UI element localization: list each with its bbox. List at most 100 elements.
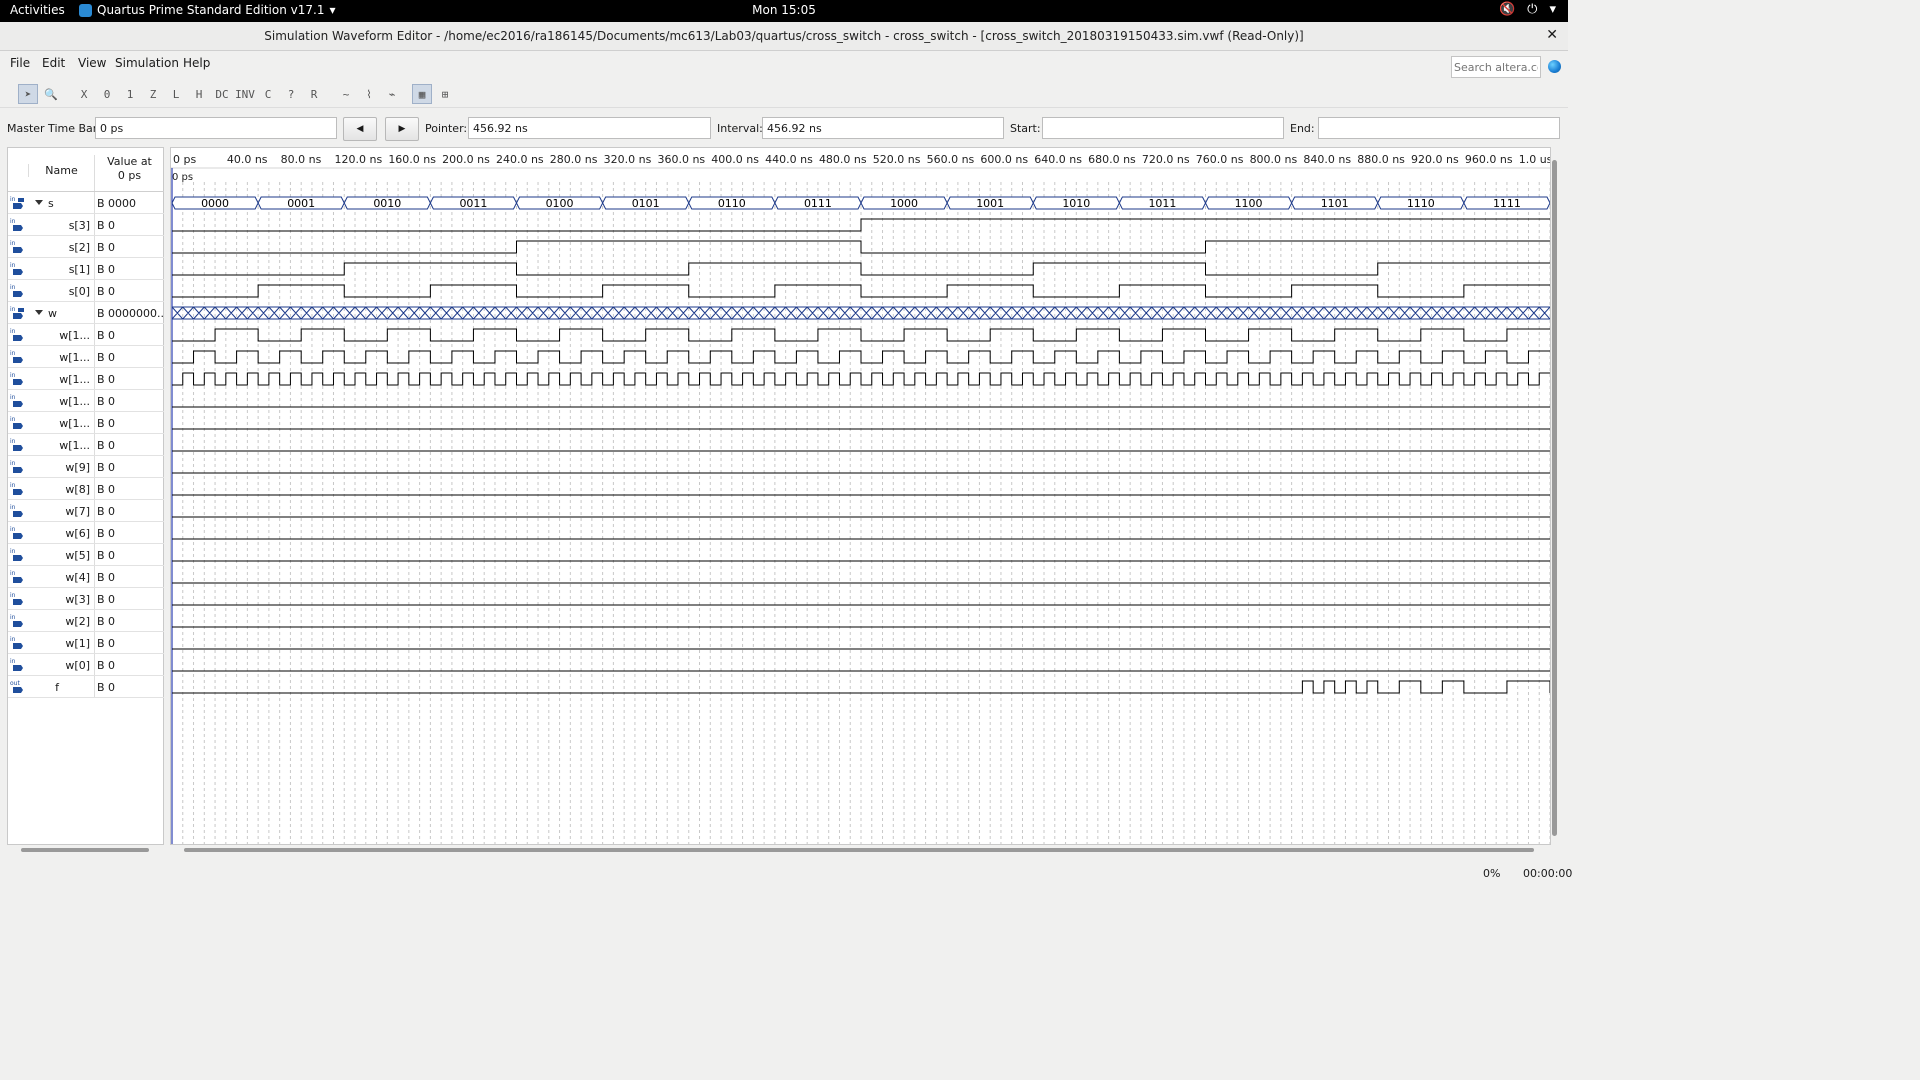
signal-row[interactable]: in w[1... B 0: [8, 324, 164, 346]
waveform-vertical-scrollbar[interactable]: [1552, 160, 1558, 840]
search-input[interactable]: [1451, 56, 1541, 78]
pointer-field[interactable]: 456.92 ns: [468, 117, 711, 139]
arrow-right-icon: ▶: [398, 124, 406, 134]
signal-row[interactable]: in s[0] B 0: [8, 280, 164, 302]
activities-button[interactable]: Activities: [10, 3, 65, 17]
chevron-down-icon[interactable]: ▾: [1549, 2, 1556, 17]
system-tray[interactable]: 🔇 ⏻ ▾: [1499, 2, 1556, 17]
bus-value-label: 1110: [1407, 197, 1435, 210]
signal-row[interactable]: in w[7] B 0: [8, 500, 164, 522]
next-transition-button[interactable]: ▶: [385, 117, 419, 141]
select-tool-icon[interactable]: ➤: [18, 84, 38, 104]
signal-row[interactable]: in w[1... B 0: [8, 412, 164, 434]
group-icon[interactable]: ⊞: [435, 84, 455, 104]
prev-transition-button[interactable]: ◀: [343, 117, 377, 141]
signal-row[interactable]: in w[2] B 0: [8, 610, 164, 632]
bus-value-label: 1000: [890, 197, 918, 210]
svg-text:in: in: [10, 350, 16, 357]
waveform-horizontal-scrollbar[interactable]: [170, 846, 1551, 854]
signal-row[interactable]: in w[1... B 0: [8, 368, 164, 390]
menu-edit[interactable]: Edit: [42, 56, 65, 70]
signal-list-scrollbar[interactable]: [7, 846, 164, 854]
signal-row[interactable]: in s[3] B 0: [8, 214, 164, 236]
input-bus-icon: in: [10, 196, 24, 209]
signal-row[interactable]: in w[0] B 0: [8, 654, 164, 676]
app-menu-button[interactable]: Quartus Prime Standard Edition v17.1 ▾: [79, 3, 336, 17]
toolbar: ➤ 🔍 X 0 1 Z L H DC INV C? R ~ ⌇ ⌁ ▦ ⊞: [0, 82, 1568, 108]
overwrite-clock-icon[interactable]: ▦: [412, 84, 432, 104]
column-header-value[interactable]: Value at 0 ps: [94, 155, 164, 191]
snap-grid-icon[interactable]: ⌇: [359, 84, 379, 104]
force-high-z-icon[interactable]: Z: [143, 84, 163, 104]
force-low-icon[interactable]: 0: [97, 84, 117, 104]
grid-size-icon[interactable]: ⌁: [382, 84, 402, 104]
end-field[interactable]: [1318, 117, 1560, 139]
interval-field[interactable]: 456.92 ns: [762, 117, 1004, 139]
progress-label: 0%: [1483, 867, 1501, 880]
force-weak-high-icon[interactable]: H: [189, 84, 209, 104]
master-time-marker-label: 0 ps: [172, 172, 193, 183]
column-header-name[interactable]: Name: [28, 164, 94, 177]
signal-name: w[7]: [65, 505, 90, 518]
signal-row[interactable]: in w[1... B 0: [8, 346, 164, 368]
signal-row[interactable]: in w[4] B 0: [8, 566, 164, 588]
signal-list-pane: Name Value at 0 ps in s B 0000 in s[3] B 0 in s…: [7, 147, 164, 845]
svg-text:in: in: [10, 218, 16, 225]
clock-value-icon[interactable]: ?: [281, 84, 301, 104]
volume-muted-icon[interactable]: 🔇: [1499, 2, 1515, 17]
invert-icon[interactable]: INV: [235, 84, 255, 104]
scrollbar-thumb[interactable]: [21, 848, 149, 852]
random-value-icon[interactable]: ~: [336, 84, 356, 104]
force-dont-care-icon[interactable]: DC: [212, 84, 232, 104]
menu-simulation[interactable]: Simulation: [115, 56, 179, 70]
signal-row[interactable]: out f B 0: [8, 676, 164, 698]
expand-triangle-icon[interactable]: [35, 310, 43, 315]
force-unknown-icon[interactable]: X: [74, 84, 94, 104]
status-bar: 0% 00:00:00: [0, 862, 1572, 882]
signal-name: w[1...: [59, 373, 90, 386]
signal-row[interactable]: in w B 0000000...: [8, 302, 164, 324]
signal-row[interactable]: in w[5] B 0: [8, 544, 164, 566]
signal-row[interactable]: in s[1] B 0: [8, 258, 164, 280]
signal-row[interactable]: in w[9] B 0: [8, 456, 164, 478]
globe-icon[interactable]: [1548, 60, 1561, 73]
bus-value-label: 0001: [287, 197, 315, 210]
force-weak-low-icon[interactable]: L: [166, 84, 186, 104]
menu-file[interactable]: File: [10, 56, 30, 70]
signal-name: f: [55, 681, 59, 694]
svg-text:in: in: [10, 416, 16, 423]
signal-row[interactable]: in w[6] B 0: [8, 522, 164, 544]
master-time-bar-label: Master Time Bar:: [7, 122, 101, 135]
power-icon[interactable]: ⏻: [1527, 2, 1537, 17]
signal-row[interactable]: in w[1] B 0: [8, 632, 164, 654]
signal-name: w[2]: [65, 615, 90, 628]
master-time-bar-field[interactable]: 0 ps: [95, 117, 337, 139]
zoom-tool-icon[interactable]: 🔍: [41, 84, 61, 104]
signal-row[interactable]: in w[3] B 0: [8, 588, 164, 610]
menu-bar: File Edit View Simulation Help: [0, 52, 1568, 76]
signal-name: s[2]: [68, 241, 90, 254]
start-field[interactable]: [1042, 117, 1284, 139]
waveform-pane[interactable]: 0 ps 40.0 ns 80.0 ns 120.0 ns 160.0 ns 200.0 …: [170, 147, 1551, 845]
signal-row[interactable]: in w[8] B 0: [8, 478, 164, 500]
signal-row[interactable]: in w[1... B 0: [8, 390, 164, 412]
scrollbar-thumb[interactable]: [184, 848, 1534, 852]
force-high-icon[interactable]: 1: [120, 84, 140, 104]
menu-view[interactable]: View: [78, 56, 106, 70]
waveform-canvas[interactable]: 0 ps 40.0 ns 80.0 ns 120.0 ns 160.0 ns 200.0 …: [171, 148, 1551, 845]
ruler-tick-label: 800.0 ns: [1250, 153, 1298, 166]
signal-row[interactable]: in w[1... B 0: [8, 434, 164, 456]
close-icon[interactable]: ✕: [1546, 27, 1558, 43]
signal-value: B 0000000...: [94, 302, 164, 323]
bus-value-label: 0000: [201, 197, 229, 210]
signal-name: w[4]: [65, 571, 90, 584]
scrollbar-thumb[interactable]: [1552, 160, 1557, 836]
arbitrary-value-icon[interactable]: R: [304, 84, 324, 104]
ruler-tick-label: 720.0 ns: [1142, 153, 1190, 166]
expand-triangle-icon[interactable]: [35, 200, 43, 205]
signal-row[interactable]: in s B 0000: [8, 192, 164, 214]
count-value-icon[interactable]: C: [258, 84, 278, 104]
menu-help[interactable]: Help: [183, 56, 210, 70]
time-bar: Master Time Bar: 0 ps ◀ ▶ Pointer: 456.9…: [0, 114, 1568, 142]
signal-row[interactable]: in s[2] B 0: [8, 236, 164, 258]
